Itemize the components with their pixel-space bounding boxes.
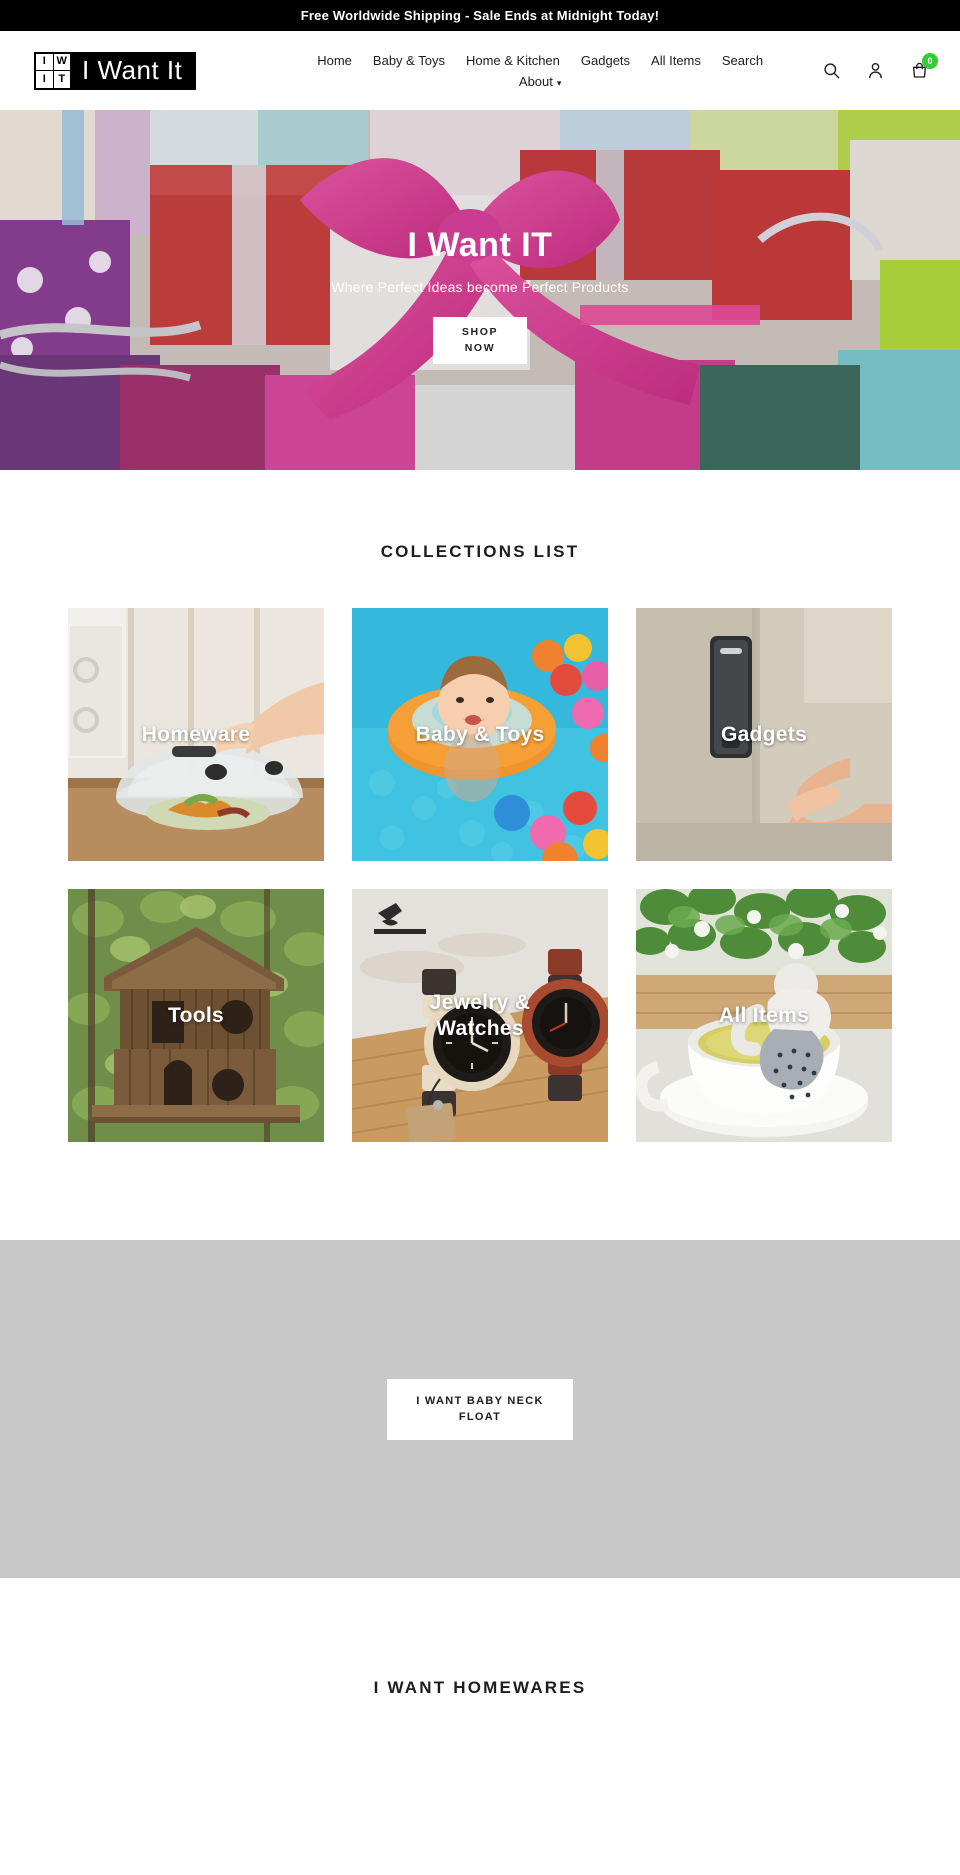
shop-now-line2: NOW xyxy=(464,341,496,354)
shop-now-button-text: SHOP NOW xyxy=(462,325,498,355)
logo-cell-w: W xyxy=(53,53,70,70)
nav-item-home-and-kitchen[interactable]: Home & Kitchen xyxy=(466,53,560,68)
search-icon[interactable] xyxy=(820,60,842,82)
baby-neck-float-line2: FLOAT xyxy=(458,1411,502,1423)
logo-mark: I W I T xyxy=(34,51,72,90)
collection-label-gadgets: Gadgets xyxy=(720,722,808,746)
collections-grid: Homeware Baby & Toys Gadgets Tools Jewel… xyxy=(68,608,892,1142)
account-icon[interactable] xyxy=(864,60,886,82)
logo-cell-i1: I xyxy=(36,53,53,70)
announcement-bar: Free Worldwide Shipping - Sale Ends at M… xyxy=(0,0,960,31)
collection-card-tools[interactable]: Tools xyxy=(68,889,324,1142)
collections-section: COLLECTIONS LIST Homeware Baby & Toys Ga… xyxy=(0,470,960,1142)
collections-title: COLLECTIONS LIST xyxy=(380,542,580,561)
hero-subtitle: Where Perfect Ideas become Perfect Produ… xyxy=(331,279,629,296)
logo-wordmark: I Want It xyxy=(82,55,183,85)
collection-card-baby-and-toys[interactable]: Baby & Toys xyxy=(352,608,608,861)
announcement-text: Free Worldwide Shipping - Sale Ends at M… xyxy=(300,8,660,23)
baby-neck-float-button[interactable]: I WANT BABY NECK FLOAT xyxy=(387,1378,573,1440)
collection-label-homeware: Homeware xyxy=(141,722,251,746)
nav-item-baby-and-toys[interactable]: Baby & Toys xyxy=(373,53,445,68)
logo-cell-i2: I xyxy=(36,71,53,88)
hero-title: I Want IT xyxy=(407,226,553,265)
logo-link[interactable]: I W I T I Want It xyxy=(34,51,197,90)
homewares-title: I WANT HOMEWARES xyxy=(373,1678,587,1697)
nav-row-primary: Home Baby & Toys Home & Kitchen Gadgets … xyxy=(317,53,763,68)
collection-card-homeware[interactable]: Homeware xyxy=(68,608,324,861)
homewares-section: I WANT HOMEWARES xyxy=(0,1578,960,1698)
hero-content: I Want IT Where Perfect Ideas become Per… xyxy=(0,110,960,470)
nav-row-secondary: About ▾ xyxy=(519,74,562,89)
collection-card-all-items[interactable]: All Items xyxy=(636,889,892,1142)
cart-icon[interactable]: 0 xyxy=(908,52,938,82)
site-header: I W I T I Want It Home Baby & Toys Home … xyxy=(0,31,960,110)
chevron-down-icon: ▾ xyxy=(556,77,562,88)
nav-item-home[interactable]: Home xyxy=(317,53,352,68)
collection-label-tools: Tools xyxy=(168,1003,224,1027)
shop-now-button[interactable]: SHOP NOW xyxy=(433,317,527,364)
hero-banner: I Want IT Where Perfect Ideas become Per… xyxy=(0,110,960,470)
nav-item-about-label: About xyxy=(518,73,553,89)
collection-label-baby-and-toys: Baby & Toys xyxy=(415,722,545,746)
header-actions: 0 xyxy=(820,52,938,82)
collection-card-jewelry-and-watches[interactable]: Jewelry & Watches xyxy=(352,889,608,1142)
baby-neck-float-line1: I WANT BABY NECK xyxy=(416,1394,544,1407)
featured-product-band: I WANT BABY NECK FLOAT xyxy=(0,1240,960,1578)
collection-label-all-items: All Items xyxy=(718,1003,810,1027)
logo-cell-t: T xyxy=(53,71,70,88)
collection-card-gadgets[interactable]: Gadgets xyxy=(636,608,892,861)
logo: I W I T I Want It xyxy=(34,51,197,90)
cart-count-badge: 0 xyxy=(922,52,938,69)
shop-now-line1: SHOP xyxy=(461,326,499,339)
nav-item-gadgets[interactable]: Gadgets xyxy=(581,53,630,68)
nav-item-about[interactable]: About ▾ xyxy=(519,74,562,89)
main-navigation: Home Baby & Toys Home & Kitchen Gadgets … xyxy=(196,53,924,89)
collection-label-jewelry-and-watches: Jewelry & Watches xyxy=(429,990,531,1040)
nav-item-search[interactable]: Search xyxy=(722,53,763,68)
nav-item-all-items[interactable]: All Items xyxy=(651,53,701,68)
